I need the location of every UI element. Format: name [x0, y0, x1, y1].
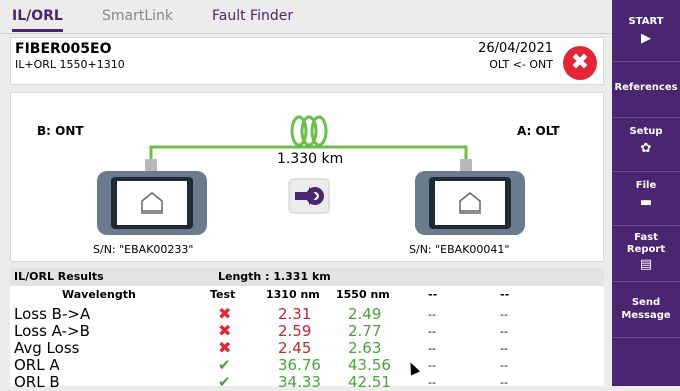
folder-icon: ▬: [639, 195, 653, 210]
report-icon: ▤: [639, 257, 653, 272]
left-serial-number: S/N: "EBAK00233": [93, 243, 194, 256]
tab-bar: IL/ORL SmartLink Fault Finder: [0, 0, 612, 34]
pass-icon: ✔: [218, 373, 231, 391]
setup-label: Setup: [629, 126, 663, 137]
table-row: ORL A ✔ 36.76 43.56 -- --: [10, 356, 604, 374]
gear-icon: ✿: [640, 141, 652, 156]
table-row: Loss A->B ✖ 2.59 2.77 -- --: [10, 321, 604, 340]
close-icon[interactable]: ✖: [563, 46, 597, 80]
fast-report-label: Fast Report: [626, 232, 666, 255]
value-1550: 42.51: [348, 373, 391, 391]
row-label: Loss B->A: [14, 305, 91, 323]
value-1310: 2.59: [278, 322, 312, 340]
value-col6: --: [500, 325, 508, 338]
start-button[interactable]: START ▶: [612, 0, 680, 62]
row-label: Loss A->B: [14, 322, 90, 340]
left-connector-icon: [145, 159, 157, 171]
left-device-icon: [97, 171, 207, 235]
value-col6: --: [500, 376, 508, 389]
tab-il-orl[interactable]: IL/ORL: [12, 8, 63, 32]
results-header: IL/ORL Results Length : 1.331 km: [10, 268, 604, 286]
sidebar: START ▶ References Setup ✿ File ▬ Fast R…: [612, 0, 680, 386]
row-label: Avg Loss: [14, 339, 80, 357]
value-col6: --: [500, 359, 508, 372]
references-button[interactable]: References: [612, 62, 680, 118]
col-5: --: [428, 288, 438, 301]
results-title: IL/ORL Results: [14, 270, 104, 283]
row-label: ORL A: [14, 356, 60, 374]
fail-icon: ✖: [218, 338, 232, 357]
col-1310: 1310 nm: [266, 288, 320, 301]
value-1550: 43.56: [348, 356, 391, 374]
measured-length: Length : 1.331 km: [218, 270, 331, 283]
row-label: ORL B: [14, 373, 60, 391]
fiber-header: FIBER005EO IL+ORL 1550+1310 26/04/2021 O…: [10, 37, 604, 85]
value-col5: --: [428, 325, 436, 338]
col-6: --: [500, 288, 510, 301]
test-date: 26/04/2021: [478, 41, 553, 56]
file-label: File: [635, 180, 657, 191]
value-col5: --: [428, 359, 436, 372]
pass-icon: ✔: [218, 356, 231, 374]
value-1550: 2.49: [348, 305, 382, 323]
right-connector-icon: [460, 159, 472, 171]
link-drawing: [97, 115, 525, 235]
value-1310: 34.33: [278, 373, 321, 391]
table-row: Avg Loss ✖ 2.45 2.63 -- --: [10, 338, 604, 357]
value-col5: --: [428, 308, 436, 321]
value-1550: 2.63: [348, 339, 382, 357]
results-table: IL/ORL Results Length : 1.331 km Wavelen…: [10, 268, 604, 391]
start-label: START: [628, 16, 664, 27]
references-label: References: [614, 82, 678, 93]
col-wavelength: Wavelength: [62, 288, 136, 301]
value-1310: 2.31: [278, 305, 312, 323]
play-icon: ▶: [641, 31, 651, 46]
value-col6: --: [500, 342, 508, 355]
table-row: ORL B ✔ 34.33 42.51 -- --: [10, 373, 604, 391]
direction-gear-icon: [288, 178, 330, 214]
fast-report-button[interactable]: Fast Report ▤: [612, 226, 680, 282]
value-col5: --: [428, 376, 436, 389]
tab-smartlink[interactable]: SmartLink: [102, 8, 173, 24]
value-col6: --: [500, 308, 508, 321]
link-diagram: B: ONT A: OLT 1.330 km S/N: "EBAK00233" …: [10, 92, 604, 262]
right-serial-number: S/N: "EBAK00041": [409, 243, 510, 256]
setup-button[interactable]: Setup ✿: [612, 118, 680, 172]
value-1310: 36.76: [278, 356, 321, 374]
test-type: IL+ORL 1550+1310: [15, 58, 125, 71]
table-row: Loss B->A ✖ 2.31 2.49 -- --: [10, 304, 604, 323]
main-panel: IL/ORL SmartLink Fault Finder FIBER005EO…: [0, 0, 612, 391]
value-col5: --: [428, 342, 436, 355]
value-1550: 2.77: [348, 322, 382, 340]
col-test: Test: [210, 288, 236, 301]
fiber-spool-icon: [290, 115, 328, 147]
tab-fault-finder[interactable]: Fault Finder: [212, 8, 293, 24]
send-message-button[interactable]: Send Message: [612, 282, 680, 338]
right-device-icon: [415, 171, 525, 235]
value-1310: 2.45: [278, 339, 312, 357]
test-direction: OLT <- ONT: [489, 58, 553, 71]
fiber-length-label: 1.330 km: [277, 151, 344, 167]
fiber-id: FIBER005EO: [15, 41, 112, 57]
send-message-label: Send Message: [621, 297, 671, 321]
col-1550: 1550 nm: [336, 288, 390, 301]
file-button[interactable]: File ▬: [612, 172, 680, 226]
